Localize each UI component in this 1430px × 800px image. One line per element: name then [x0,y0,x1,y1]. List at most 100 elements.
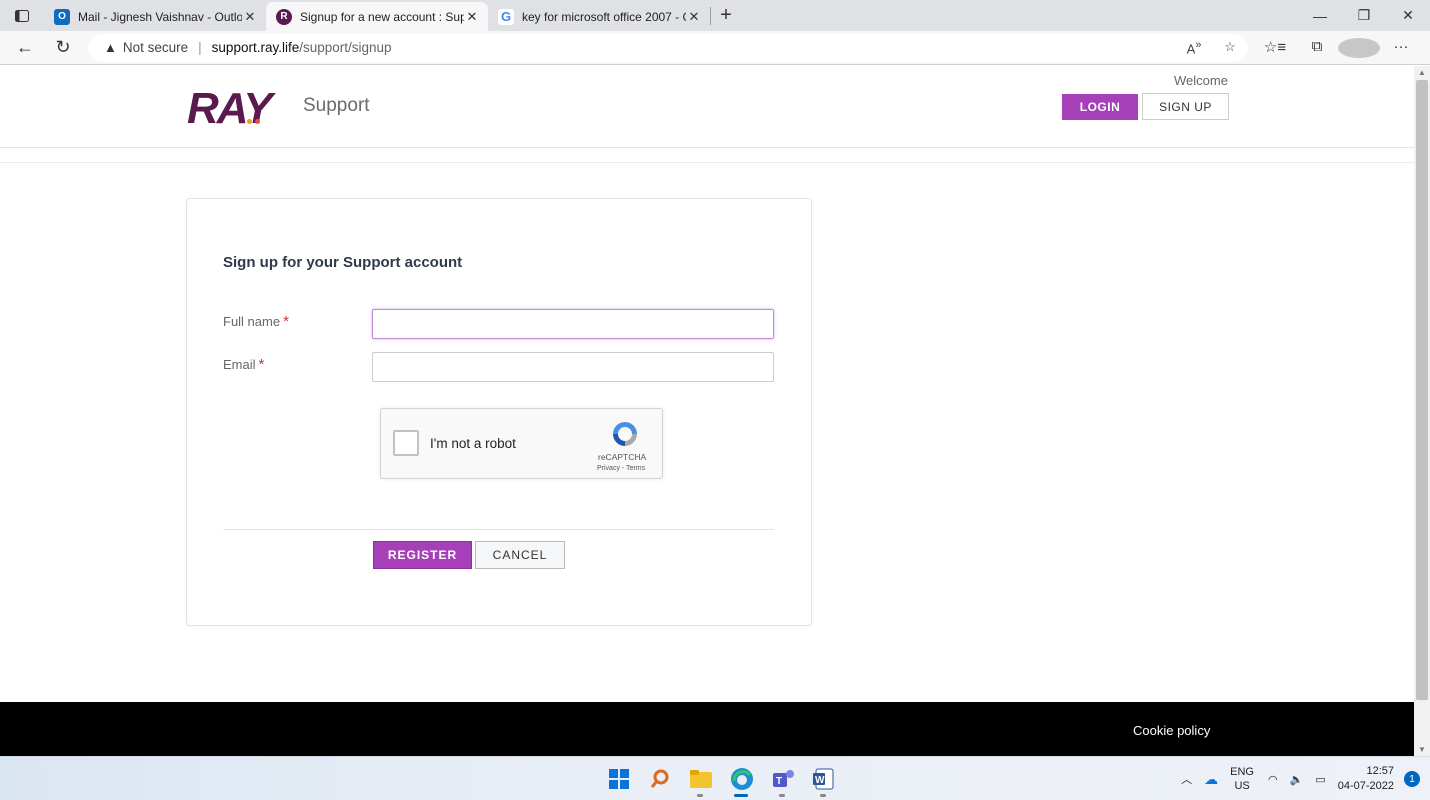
edge-icon [730,768,753,790]
welcome-text: Welcome [1174,73,1228,88]
tab-google[interactable]: G key for microsoft office 2007 - Google… [488,2,710,31]
email-input[interactable] [372,352,774,382]
logo-dot [255,119,260,124]
language-code: ENG [1230,766,1254,778]
tab-actions-button[interactable] [0,0,44,31]
fullname-label: Full name * [223,313,289,330]
running-indicator [779,794,785,797]
page-title: Support [303,95,370,116]
language-indicator[interactable]: ENG US [1230,765,1254,793]
volume-icon[interactable]: 🔈 [1290,773,1304,786]
ray-logo[interactable]: RAY [187,84,273,134]
page-viewport: RAY Support Welcome LOGIN SIGN UP Sign u… [0,66,1414,756]
recaptcha-brand: reCAPTCHA [598,452,647,462]
clock-date: 04-07-2022 [1337,780,1394,792]
signup-card: Sign up for your Support account Full na… [186,198,812,626]
tab-outlook[interactable]: O Mail - Jignesh Vaishnav - Outlook ✕ [44,2,266,31]
tab-ray-signup[interactable]: R Signup for a new account : Support ✕ [266,2,488,31]
word-button[interactable]: W [803,765,844,797]
word-icon: W [812,768,833,790]
teams-icon: T [772,770,794,787]
running-indicator [820,794,826,797]
recaptcha-label: I'm not a robot [430,436,516,451]
scroll-down-icon[interactable]: ▼ [1414,745,1430,754]
clock-time: 12:57 [1366,765,1394,777]
google-icon: G [498,8,514,25]
scroll-up-icon[interactable]: ▲ [1414,68,1430,77]
cookie-policy-link[interactable]: Cookie policy [1133,723,1210,738]
profile-icon[interactable] [1338,37,1380,58]
security-label[interactable]: Not secure [123,40,188,55]
email-label-text: Email [223,357,256,372]
edge-button[interactable] [721,765,762,797]
svg-text:W: W [815,775,825,786]
close-tab-icon[interactable]: ✕ [464,9,480,25]
omnibox-actions: A» ☆ [1176,39,1248,56]
favorites-icon[interactable]: ☆≡ [1254,38,1296,58]
taskbar-apps: T W [598,765,844,797]
fullname-input[interactable] [372,309,774,339]
close-tab-icon[interactable]: ✕ [686,9,702,25]
refresh-icon[interactable]: ↻ [44,32,82,64]
back-icon[interactable]: ← [6,32,44,64]
folder-icon [689,770,712,788]
tab-actions-icon [15,9,29,22]
tab-title: key for microsoft office 2007 - Google [522,9,686,24]
file-explorer-button[interactable] [680,765,721,797]
url-divider: | [198,40,202,55]
tab-title: Signup for a new account : Support [300,9,464,24]
browser-address-bar: ← ↻ ▲ Not secure | support.ray.life/supp… [0,31,1430,65]
onedrive-icon[interactable]: ☁ [1204,771,1218,788]
page-scrollbar[interactable]: ▲ ▼ [1414,66,1430,756]
outlook-icon: O [54,8,70,25]
email-label: Email * [223,356,264,373]
warning-icon[interactable]: ▲ [104,40,117,55]
wifi-icon[interactable]: ◠ [1268,773,1278,786]
new-tab-button[interactable]: + [711,0,741,31]
clock[interactable]: 12:57 04-07-2022 [1338,764,1394,794]
search-button[interactable] [639,765,680,793]
ray-icon: R [276,8,292,25]
browser-toolbar: ☆≡ ⧉ ··· [1254,37,1422,58]
site-header: RAY Support Welcome LOGIN SIGN UP [0,66,1414,148]
avatar [1338,37,1380,58]
collections-icon[interactable]: ⧉ [1296,38,1338,58]
cancel-button[interactable]: CANCEL [475,541,565,569]
minimize-icon[interactable]: — [1298,0,1342,31]
logo-text: RAY [187,84,273,133]
restore-icon[interactable]: ❐ [1342,0,1386,31]
required-marker: * [283,313,289,330]
signup-button[interactable]: SIGN UP [1142,93,1229,120]
chevron-up-icon[interactable]: ︿ [1181,771,1192,787]
register-button[interactable]: REGISTER [373,541,472,569]
required-marker: * [258,356,265,373]
logo-dot [247,119,252,124]
svg-text:T: T [776,776,782,787]
window-controls: — ❐ ✕ [1298,0,1430,31]
windows-taskbar: T W ︿ ☁ ENG US ◠ 🔈 ▭ 12:57 04-07-2022 1 [0,756,1430,800]
tab-title: Mail - Jignesh Vaishnav - Outlook [78,9,242,24]
running-indicator [697,794,703,797]
add-favorite-icon[interactable]: ☆ [1212,39,1248,56]
fullname-label-text: Full name [223,314,281,329]
url-input[interactable]: ▲ Not secure | support.ray.life/support/… [88,33,1248,62]
notification-badge[interactable]: 1 [1404,771,1420,787]
search-icon [650,769,668,788]
active-indicator [734,794,748,797]
url-path: /support/signup [299,40,392,55]
login-button[interactable]: LOGIN [1062,94,1138,120]
recaptcha-checkbox[interactable] [393,430,419,456]
header-divider [0,162,1414,163]
scrollbar-thumb[interactable] [1416,80,1428,700]
read-aloud-icon[interactable]: A» [1176,39,1212,56]
form-heading: Sign up for your Support account [223,254,463,271]
battery-icon[interactable]: ▭ [1315,773,1325,786]
teams-button[interactable]: T [762,765,803,797]
recaptcha-links[interactable]: Privacy - Terms [597,465,645,472]
start-button[interactable] [598,765,639,793]
close-window-icon[interactable]: ✕ [1386,0,1430,31]
system-tray: ︿ ☁ ENG US ◠ 🔈 ▭ 12:57 04-07-2022 1 [1181,757,1430,800]
close-tab-icon[interactable]: ✕ [242,9,258,25]
more-options-icon[interactable]: ··· [1380,38,1422,58]
region-code: US [1234,780,1250,792]
